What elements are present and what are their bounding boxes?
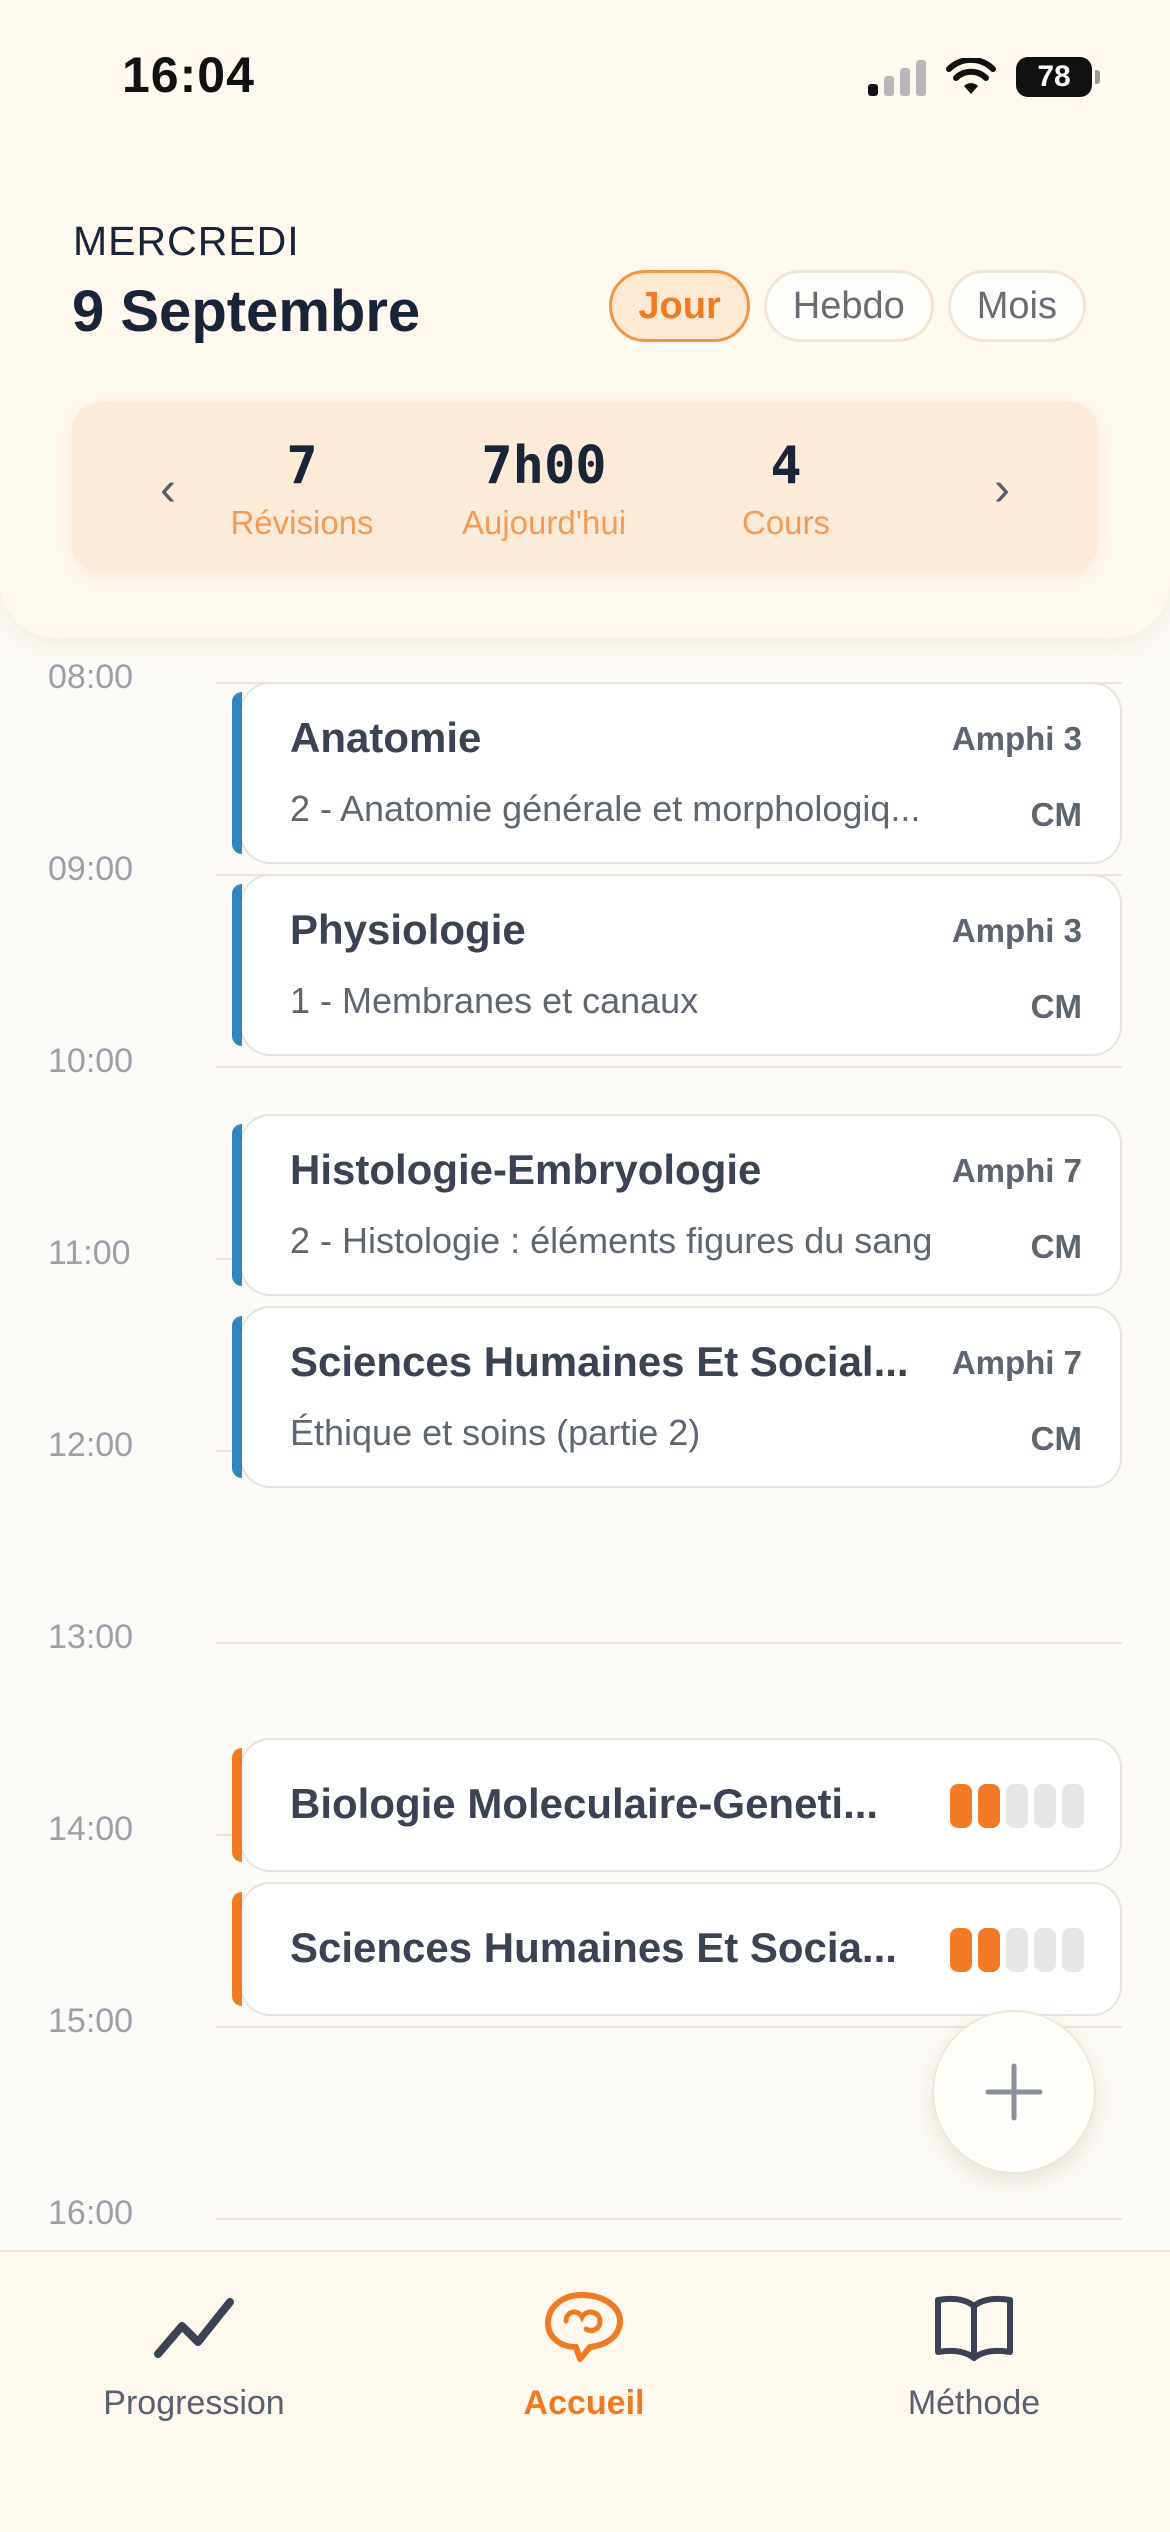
event-type: CM [1030, 1228, 1082, 1265]
event-title: Physiologie [290, 906, 526, 953]
revision-title: Biologie Moleculaire-Geneti... [290, 1780, 879, 1827]
view-switch: Jour Hebdo Mois [609, 270, 1086, 342]
tab-methode[interactable]: Méthode [824, 2282, 1124, 2423]
event-title: Histologie-Embryologie [290, 1146, 762, 1193]
event-type: CM [1030, 988, 1082, 1025]
event-subtitle: 1 - Membranes et canaux [290, 980, 699, 1021]
hour-label: 11:00 [48, 1234, 131, 1272]
open-book-icon [935, 2295, 1013, 2361]
stat-courses-value: 4 [770, 436, 802, 496]
hour-label: 16:00 [48, 2194, 134, 2232]
view-day-button[interactable]: Jour [609, 270, 750, 342]
revision-progress-bars [950, 1784, 1084, 1828]
header-card: 16:04 78 MERCREDI 9 Septembre Jour Hebdo [0, 0, 1170, 638]
cell-signal-icon [868, 58, 926, 96]
plus-icon [985, 2063, 1043, 2121]
add-event-button[interactable] [932, 2010, 1096, 2174]
event-title: Sciences Humaines Et Social... [290, 1338, 909, 1385]
battery-level: 78 [1016, 57, 1092, 97]
revision-event-biologie[interactable]: Biologie Moleculaire-Geneti... [232, 1738, 1122, 1872]
trend-chart-icon [154, 2298, 234, 2358]
revision-title: Sciences Humaines Et Socia... [290, 1924, 897, 1971]
stat-revisions-value: 7 [286, 436, 318, 496]
event-room: Amphi 7 [951, 1344, 1082, 1381]
event-type: CM [1030, 1420, 1082, 1457]
event-type: CM [1030, 796, 1082, 833]
stat-courses-label: Cours [741, 504, 831, 541]
stat-today: 7h00 Aujourd'hui [434, 436, 654, 542]
event-subtitle: Éthique et soins (partie 2) [290, 1412, 701, 1453]
battery-icon: 78 [1016, 57, 1100, 97]
course-event-sciences-humaines[interactable]: Sciences Humaines Et Social... Amphi 7 É… [232, 1306, 1122, 1488]
day-summary: ‹ 7 Révisions 7h00 Aujourd'hui 4 Cours › [72, 402, 1098, 572]
course-event-physiologie[interactable]: Physiologie Amphi 3 1 - Membranes et can… [232, 874, 1122, 1056]
event-title: Anatomie [290, 714, 482, 761]
event-room: Amphi 7 [951, 1152, 1082, 1189]
hour-label: 12:00 [48, 1426, 134, 1464]
event-subtitle: 2 - Anatomie générale et morphologiq... [290, 788, 921, 829]
tab-progression[interactable]: Progression [44, 2282, 344, 2423]
stat-revisions: 7 Révisions [192, 436, 412, 542]
hour-label: 08:00 [48, 658, 134, 696]
event-room: Amphi 3 [951, 912, 1082, 949]
revision-progress-bars [950, 1928, 1084, 1972]
view-month-button[interactable]: Mois [947, 270, 1086, 342]
previous-day-chevron-icon[interactable]: ‹ [160, 462, 176, 517]
hour-line [216, 1642, 1122, 1644]
hour-label: 14:00 [48, 1810, 134, 1848]
status-icons: 78 [868, 52, 1100, 102]
status-time: 16:04 [122, 47, 255, 103]
event-subtitle: 2 - Histologie : éléments figures du san… [290, 1220, 933, 1261]
wifi-icon [946, 58, 996, 94]
view-week-button[interactable]: Hebdo [763, 270, 934, 342]
hour-line [216, 1066, 1122, 1068]
tab-accueil-label: Accueil [523, 2384, 645, 2422]
stat-today-label: Aujourd'hui [461, 504, 627, 541]
stat-today-value: 7h00 [481, 436, 607, 496]
revision-event-sciences-humaines[interactable]: Sciences Humaines Et Socia... [232, 1882, 1122, 2016]
date-title: 9 Septembre [72, 279, 421, 344]
stat-courses: 4 Cours [676, 436, 896, 542]
hour-label: 10:00 [48, 1042, 134, 1080]
day-timeline[interactable]: 08:00 09:00 10:00 11:00 12:00 13:00 14:0… [0, 638, 1170, 2250]
course-event-histologie[interactable]: Histologie-Embryologie Amphi 7 2 - Histo… [232, 1114, 1122, 1296]
stat-revisions-label: Révisions [230, 504, 374, 541]
hour-label: 15:00 [48, 2002, 134, 2040]
event-room: Amphi 3 [951, 720, 1082, 757]
brain-bubble-icon [545, 2292, 623, 2362]
hour-label: 09:00 [48, 850, 134, 888]
course-event-anatomie[interactable]: Anatomie Amphi 3 2 - Anatomie générale e… [232, 682, 1122, 864]
bottom-tab-bar: Progression Accueil Méthode [0, 2250, 1170, 2532]
calendar-screen: 16:04 78 MERCREDI 9 Septembre Jour Hebdo [0, 0, 1170, 2532]
tab-accueil[interactable]: Accueil [434, 2282, 734, 2423]
next-day-chevron-icon[interactable]: › [994, 462, 1010, 517]
hour-label: 13:00 [48, 1618, 134, 1656]
weekday-label: MERCREDI [73, 218, 300, 264]
tab-progression-label: Progression [103, 2384, 285, 2422]
tab-methode-label: Méthode [907, 2384, 1041, 2422]
hour-line [216, 2218, 1122, 2220]
